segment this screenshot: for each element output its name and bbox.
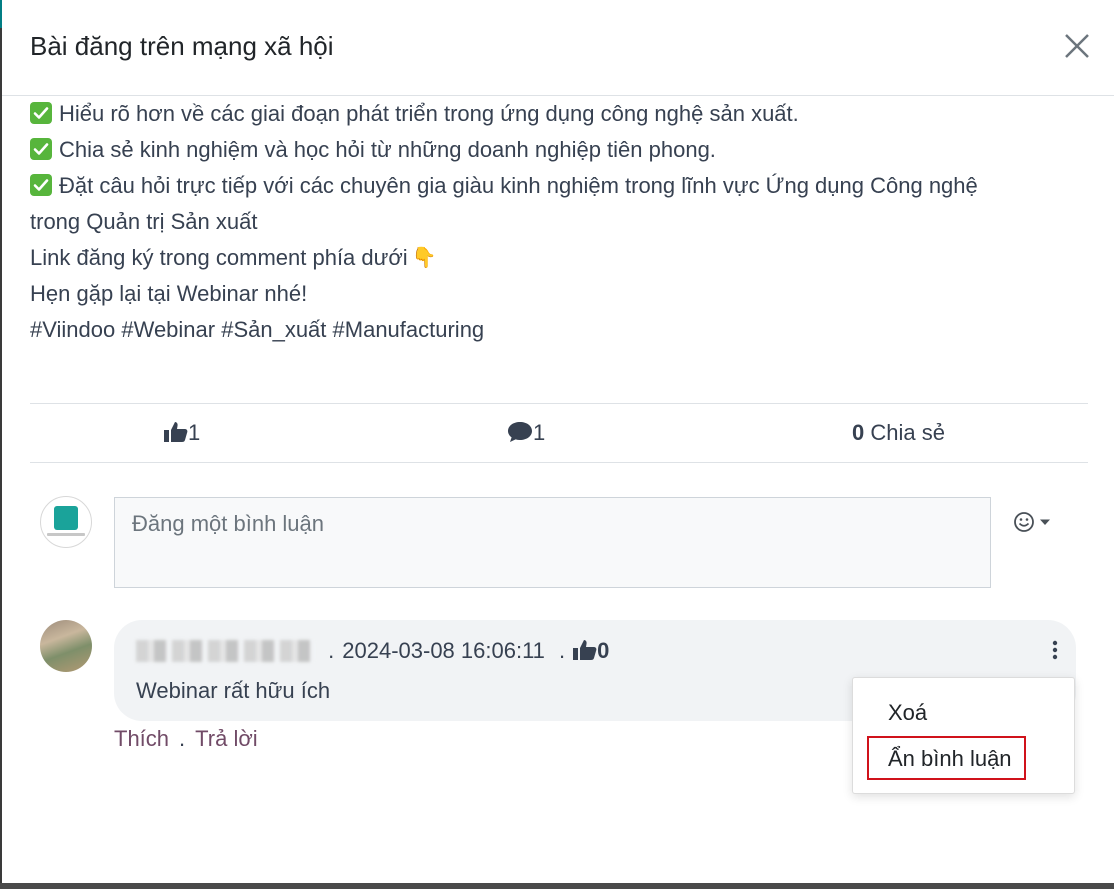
page-avatar	[40, 496, 92, 548]
post-line: Hiểu rõ hơn về các giai đoạn phát triển …	[30, 96, 1080, 132]
thumbs-up-icon	[164, 422, 188, 442]
smiley-icon	[1014, 512, 1050, 532]
comments-stat[interactable]: 1	[507, 404, 545, 462]
post-hashtags: #Viindoo #Webinar #Sản_xuất #Manufacturi…	[30, 317, 485, 342]
post-text: Đặt câu hỏi trực tiếp với các chuyên gia…	[59, 173, 978, 198]
check-mark-icon	[30, 102, 52, 124]
check-mark-icon	[30, 138, 52, 160]
post-line: Link đăng ký trong comment phía dưới 👇	[30, 240, 1080, 276]
meta-separator: .	[559, 638, 566, 663]
post-line: #Viindoo #Webinar #Sản_xuất #Manufacturi…	[30, 312, 1080, 348]
kebab-menu-icon	[1052, 640, 1058, 660]
like-comment-link[interactable]: Thích	[114, 726, 169, 751]
backdrop-bottom-edge	[0, 883, 1114, 889]
emoji-picker-button[interactable]	[1013, 510, 1055, 534]
pointing-down-emoji: 👇	[411, 247, 437, 269]
post-line: trong Quản trị Sản xuất	[30, 204, 1080, 240]
post-line: Hẹn gặp lại tại Webinar nhé!	[30, 276, 1080, 312]
close-button[interactable]	[1060, 29, 1094, 63]
comment-options-button[interactable]	[1043, 638, 1067, 662]
comment-timestamp: 2024-03-08 16:06:11	[342, 638, 545, 663]
shares-stat[interactable]: 0 Chia sẻ	[852, 404, 945, 462]
comment-actions: Thích. Trả lời	[114, 724, 258, 754]
likes-stat[interactable]: 1	[164, 404, 200, 462]
post-text: Link đăng ký trong comment phía dưới	[30, 245, 408, 270]
comment-options-menu: Xoá Ẩn bình luận	[852, 677, 1075, 794]
modal-title: Bài đăng trên mạng xã hội	[30, 31, 334, 61]
comment-author[interactable]	[136, 640, 314, 662]
comments-count: 1	[533, 420, 546, 445]
likes-count: 1	[188, 420, 201, 445]
post-text: Hẹn gặp lại tại Webinar nhé!	[30, 281, 308, 306]
commenter-avatar	[40, 620, 92, 672]
shares-count: 0	[852, 420, 865, 445]
comment-meta: . 2024-03-08 16:06:11 . 0	[136, 636, 609, 666]
post-text: Chia sẻ kinh nghiệm và học hỏi từ những …	[59, 137, 716, 162]
post-text: trong Quản trị Sản xuất	[30, 209, 258, 234]
action-separator: .	[179, 726, 186, 751]
comment-icon	[508, 422, 532, 442]
comment-input-box[interactable]	[114, 497, 991, 588]
close-icon	[1065, 34, 1089, 58]
post-line: Đặt câu hỏi trực tiếp với các chuyên gia…	[30, 168, 1080, 204]
post-line: Chia sẻ kinh nghiệm và học hỏi từ những …	[30, 132, 1080, 168]
brand-logo	[54, 506, 78, 530]
thumbs-up-icon	[573, 640, 597, 660]
post-stats-bar: 1 1 0 Chia sẻ	[30, 403, 1088, 463]
comment-text: Webinar rất hữu ích	[136, 678, 331, 703]
modal-header: Bài đăng trên mạng xã hội	[2, 0, 1114, 96]
comment-input[interactable]	[115, 498, 990, 587]
highlight-box	[867, 736, 1026, 780]
post-body: Hiểu rõ hơn về các giai đoạn phát triển …	[30, 96, 1080, 348]
backdrop-edge	[0, 0, 2, 889]
meta-separator: .	[328, 638, 335, 663]
shares-label: Chia sẻ	[870, 420, 945, 445]
post-text: Hiểu rõ hơn về các giai đoạn phát triển …	[59, 101, 799, 126]
reply-comment-link[interactable]: Trả lời	[195, 726, 258, 751]
brand-logo-caption	[47, 533, 85, 536]
check-mark-icon	[30, 174, 52, 196]
menu-item-delete[interactable]: Xoá	[888, 698, 927, 728]
comment-likes-count: 0	[597, 638, 610, 663]
